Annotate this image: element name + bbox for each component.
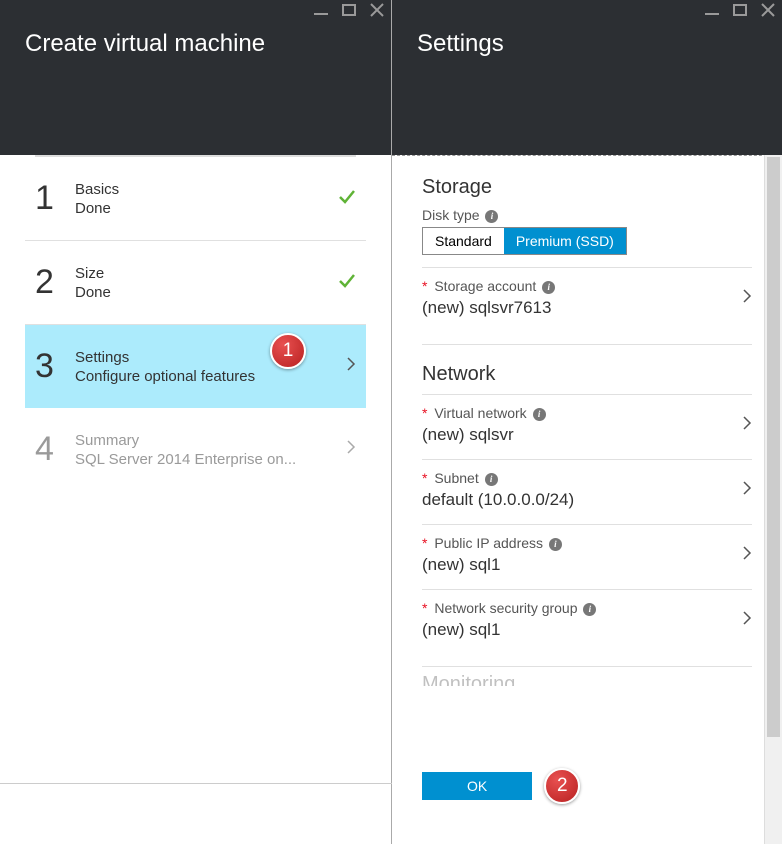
maximize-icon[interactable] xyxy=(732,2,748,18)
wizard-step-size[interactable]: 2 Size Done xyxy=(25,241,366,325)
field-value: (new) sql1 xyxy=(422,620,742,640)
scrollbar[interactable] xyxy=(764,155,782,844)
step-number: 1 xyxy=(35,179,75,218)
check-icon xyxy=(338,270,356,296)
wizard-step-settings[interactable]: 3 Settings Configure optional features 1 xyxy=(25,325,366,408)
virtual-network-field[interactable]: * Virtual network i (new) sqlsvr xyxy=(422,394,752,459)
settings-title: Settings xyxy=(417,30,757,58)
wizard-panel: Create virtual machine 1 Basics Done 2 S… xyxy=(0,0,392,844)
field-content: * Storage account i (new) sqlsvr7613 xyxy=(422,278,742,318)
ok-bar: OK 2 xyxy=(422,768,782,804)
label-text: Network security group xyxy=(434,600,577,616)
chevron-right-icon xyxy=(742,415,752,436)
disk-type-toggle: Standard Premium (SSD) xyxy=(422,227,627,255)
maximize-icon[interactable] xyxy=(341,2,357,18)
section-header-storage: Storage xyxy=(422,176,752,199)
public-ip-field[interactable]: * Public IP address i (new) sql1 xyxy=(422,524,752,589)
chevron-right-icon xyxy=(742,480,752,501)
chevron-right-icon xyxy=(346,356,356,377)
info-icon[interactable]: i xyxy=(533,408,546,421)
storage-account-field[interactable]: * Storage account i (new) sqlsvr7613 xyxy=(422,267,752,332)
label-text: Public IP address xyxy=(434,535,543,551)
required-asterisk: * xyxy=(422,470,427,486)
step-text: Summary SQL Server 2014 Enterprise on... xyxy=(75,432,346,468)
step-number: 4 xyxy=(35,430,75,469)
field-value: default (10.0.0.0/24) xyxy=(422,490,742,510)
step-text: Size Done xyxy=(75,265,338,301)
disk-type-standard-button[interactable]: Standard xyxy=(423,228,504,254)
step-title: Summary xyxy=(75,432,346,449)
minimize-icon[interactable] xyxy=(313,2,329,18)
subnet-field[interactable]: * Subnet i default (10.0.0.0/24) xyxy=(422,459,752,524)
field-label: * Subnet i xyxy=(422,470,742,486)
field-label: * Network security group i xyxy=(422,600,742,616)
step-subtitle: Done xyxy=(75,200,338,217)
section-header-monitoring: Monitoring xyxy=(422,666,752,686)
required-asterisk: * xyxy=(422,600,427,616)
info-icon[interactable]: i xyxy=(542,281,555,294)
field-label: * Virtual network i xyxy=(422,405,742,421)
step-title: Size xyxy=(75,265,338,282)
chevron-right-icon xyxy=(742,610,752,631)
wizard-steps: 1 Basics Done 2 Size Done 3 Settings xyxy=(0,155,391,491)
step-subtitle: Done xyxy=(75,284,338,301)
chevron-right-icon xyxy=(742,545,752,566)
info-icon[interactable]: i xyxy=(485,473,498,486)
field-label: * Storage account i xyxy=(422,278,742,294)
required-asterisk: * xyxy=(422,278,427,294)
scrollbar-thumb[interactable] xyxy=(767,157,780,737)
field-value: (new) sql1 xyxy=(422,555,742,575)
step-text: Basics Done xyxy=(75,181,338,217)
field-content: * Network security group i (new) sql1 xyxy=(422,600,742,640)
settings-panel: Settings Storage Disk type i Standard Pr… xyxy=(392,0,782,844)
step-number: 2 xyxy=(35,263,75,302)
step-number: 3 xyxy=(35,347,75,386)
label-text: Virtual network xyxy=(434,405,526,421)
callout-1: 1 xyxy=(270,333,306,369)
wizard-title: Create virtual machine xyxy=(25,30,366,58)
step-title: Basics xyxy=(75,181,338,198)
step-subtitle: SQL Server 2014 Enterprise on... xyxy=(75,451,346,468)
required-asterisk: * xyxy=(422,405,427,421)
field-label: * Public IP address i xyxy=(422,535,742,551)
check-icon xyxy=(338,186,356,212)
field-content: * Subnet i default (10.0.0.0/24) xyxy=(422,470,742,510)
minimize-icon[interactable] xyxy=(704,2,720,18)
field-value: (new) sqlsvr xyxy=(422,425,742,445)
window-controls-left xyxy=(313,2,385,18)
info-icon[interactable]: i xyxy=(485,210,498,223)
field-value: (new) sqlsvr7613 xyxy=(422,298,742,318)
wizard-header: Create virtual machine xyxy=(0,0,391,155)
disk-type-label: Disk type i xyxy=(422,207,752,223)
close-icon[interactable] xyxy=(760,2,776,18)
chevron-right-icon xyxy=(346,439,356,460)
chevron-right-icon xyxy=(742,288,752,309)
settings-header: Settings xyxy=(392,0,782,155)
close-icon[interactable] xyxy=(369,2,385,18)
settings-body: Storage Disk type i Standard Premium (SS… xyxy=(392,155,782,844)
callout-2: 2 xyxy=(544,768,580,804)
label-text: Subnet xyxy=(434,470,478,486)
required-asterisk: * xyxy=(422,535,427,551)
info-icon[interactable]: i xyxy=(583,603,596,616)
label-text: Disk type xyxy=(422,207,480,223)
wizard-step-basics[interactable]: 1 Basics Done xyxy=(25,157,366,241)
step-subtitle: Configure optional features xyxy=(75,368,346,385)
section-header-network: Network xyxy=(422,344,752,386)
field-content: * Public IP address i (new) sql1 xyxy=(422,535,742,575)
disk-type-premium-button[interactable]: Premium (SSD) xyxy=(504,228,626,254)
label-text: Storage account xyxy=(434,278,536,294)
nsg-field[interactable]: * Network security group i (new) sql1 xyxy=(422,589,752,654)
ok-button[interactable]: OK xyxy=(422,772,532,800)
window-controls-right xyxy=(704,2,776,18)
field-content: * Virtual network i (new) sqlsvr xyxy=(422,405,742,445)
monitoring-text: Monitoring xyxy=(422,673,515,686)
wizard-step-summary[interactable]: 4 Summary SQL Server 2014 Enterprise on.… xyxy=(25,408,366,491)
divider xyxy=(0,783,392,784)
info-icon[interactable]: i xyxy=(549,538,562,551)
